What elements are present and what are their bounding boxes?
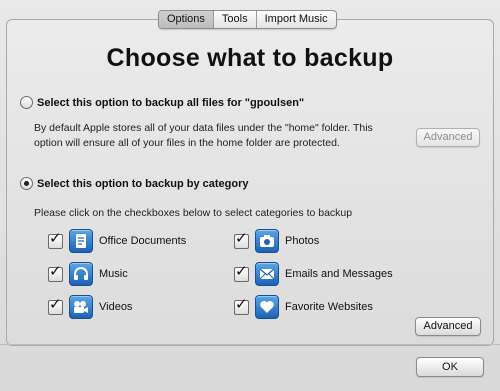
heart-icon	[255, 295, 279, 319]
option-by-category-radio[interactable]	[20, 177, 33, 190]
favorite-websites-checkbox[interactable]: ✓	[234, 297, 249, 315]
tab-tools[interactable]: Tools	[214, 11, 257, 28]
category-emails-and-messages[interactable]: ✓ Emails and Messages	[234, 262, 393, 286]
category-music[interactable]: ✓ Music	[48, 262, 128, 286]
office-documents-label: Office Documents	[99, 235, 187, 247]
photos-checkbox[interactable]: ✓	[234, 231, 249, 249]
emails-and-messages-label: Emails and Messages	[285, 268, 393, 280]
favorite-websites-label: Favorite Websites	[285, 301, 373, 313]
page-title: Choose what to backup	[106, 44, 394, 72]
category-videos[interactable]: ✓ Videos	[48, 295, 132, 319]
option-all-files-radio[interactable]	[20, 96, 33, 109]
music-label: Music	[99, 268, 128, 280]
tab-options[interactable]: Options	[159, 11, 214, 28]
category-photos[interactable]: ✓ Photos	[234, 229, 319, 253]
option-all-files-row[interactable]: Select this option to backup all files f…	[20, 96, 304, 109]
tab-import-music[interactable]: Import Music	[257, 11, 336, 28]
option-by-category-row[interactable]: Select this option to backup by category	[20, 177, 248, 190]
videos-label: Videos	[99, 301, 133, 313]
option-all-files-label: Select this option to backup all files f…	[37, 96, 305, 109]
description-line-1: By default Apple stores all of your data…	[34, 122, 373, 134]
description-line-2: option will ensure all of your files in …	[34, 137, 340, 149]
music-checkbox[interactable]: ✓	[48, 264, 63, 282]
document-icon	[69, 229, 93, 253]
tab-bar: Options Tools Import Music	[158, 10, 337, 29]
backup-options-window: Options Tools Import Music Choose what t…	[0, 0, 500, 391]
headphones-icon	[69, 262, 93, 286]
videos-checkbox[interactable]: ✓	[48, 297, 63, 315]
envelope-icon	[255, 262, 279, 286]
advanced-all-files-button[interactable]: Advanced	[416, 128, 480, 147]
option-by-category-label: Select this option to backup by category	[37, 177, 249, 190]
option-all-files-description: By default Apple stores all of your data…	[34, 121, 373, 151]
film-camera-icon	[69, 295, 93, 319]
ok-button[interactable]: OK	[416, 357, 484, 377]
advanced-category-button[interactable]: Advanced	[415, 317, 481, 336]
category-office-documents[interactable]: ✓ Office Documents	[48, 229, 186, 253]
footer-divider	[0, 344, 500, 345]
photos-label: Photos	[285, 235, 320, 247]
category-instructions: Please click on the checkboxes below to …	[34, 207, 353, 219]
category-favorite-websites[interactable]: ✓ Favorite Websites	[234, 295, 373, 319]
camera-icon	[255, 229, 279, 253]
emails-and-messages-checkbox[interactable]: ✓	[234, 264, 249, 282]
office-documents-checkbox[interactable]: ✓	[48, 231, 63, 249]
